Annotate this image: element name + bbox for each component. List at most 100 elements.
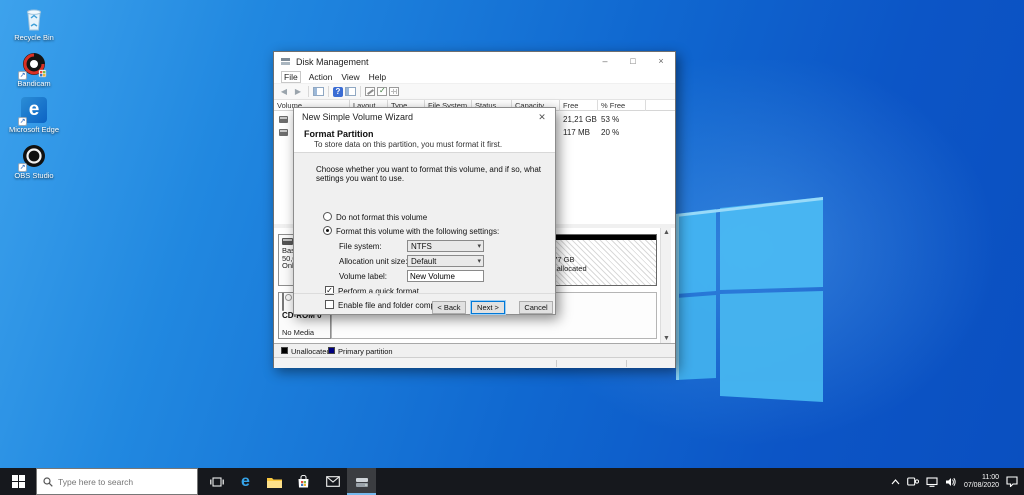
- format-volume-radio[interactable]: [323, 226, 332, 235]
- graphic-pane-scrollbar[interactable]: ▲ ▼: [660, 228, 671, 343]
- close-button[interactable]: ×: [647, 52, 675, 71]
- toolbar-separator: [328, 86, 329, 97]
- menu-action[interactable]: Action: [309, 72, 333, 82]
- hidden-icons-chevron-icon[interactable]: [891, 479, 900, 485]
- forward-icon[interactable]: ▶: [292, 86, 304, 97]
- task-view-icon: [210, 476, 224, 488]
- volume-label-input[interactable]: [407, 270, 484, 282]
- status-bar: [274, 357, 675, 368]
- help-icon[interactable]: ?: [333, 87, 343, 97]
- primary-partition-legend-swatch: [328, 347, 335, 354]
- allocation-unit-label: Allocation unit size:: [339, 257, 407, 266]
- close-icon[interactable]: ✕: [529, 108, 555, 126]
- desktop-icon-label: Recycle Bin: [6, 34, 62, 42]
- file-explorer-button[interactable]: [260, 468, 289, 495]
- obs-icon: ↗: [20, 143, 48, 171]
- desktop-icon-recycle-bin[interactable]: Recycle Bin: [6, 5, 62, 42]
- shortcut-arrow-icon: ↗: [18, 71, 27, 80]
- do-not-format-radio[interactable]: [323, 212, 332, 221]
- wizard-step-header: Format Partition To store data on this p…: [294, 126, 555, 153]
- volume-icon: [279, 129, 288, 136]
- cd-rom-icon: [282, 292, 284, 311]
- legend-label: Unallocated: [291, 347, 331, 356]
- allocation-unit-value: Default: [411, 257, 436, 266]
- edge-icon: e ↗: [20, 97, 48, 125]
- menu-bar: File Action View Help: [274, 71, 675, 84]
- mail-icon: [326, 476, 340, 487]
- maximize-button[interactable]: □: [619, 52, 647, 71]
- next-button[interactable]: Next >: [471, 301, 505, 314]
- step-subheading: To store data on this partition, you mus…: [294, 139, 555, 149]
- disk-management-taskbar-button[interactable]: [347, 468, 376, 495]
- display-device-icon[interactable]: [907, 477, 919, 487]
- do-not-format-label[interactable]: Do not format this volume: [336, 213, 427, 222]
- action-pane-icon[interactable]: [345, 87, 356, 96]
- unallocated-legend-swatch: [281, 347, 288, 354]
- desktop-icon-bandicam[interactable]: ↗ Bandicam: [6, 51, 62, 88]
- scroll-up-icon[interactable]: ▲: [661, 229, 672, 236]
- console-tree-icon[interactable]: [313, 87, 324, 96]
- back-button[interactable]: < Back: [432, 301, 466, 314]
- wizard-footer: < Back Next > Cancel: [294, 293, 555, 314]
- volume-label-label: Volume label:: [339, 272, 387, 281]
- desktop-icon-microsoft-edge[interactable]: e ↗ Microsoft Edge: [6, 97, 62, 134]
- search-input[interactable]: [58, 477, 178, 487]
- column-header[interactable]: Free Spa...: [560, 100, 598, 111]
- toolbar-separator: [308, 86, 309, 97]
- wizard-title: New Simple Volume Wizard: [302, 112, 413, 122]
- shortcut-arrow-icon: ↗: [18, 163, 27, 172]
- new-simple-volume-wizard-dialog: New Simple Volume Wizard ✕ Format Partit…: [293, 107, 556, 315]
- desktop-icon-label: Bandicam: [6, 80, 62, 88]
- file-system-select[interactable]: NTFS ▾: [407, 240, 484, 252]
- format-volume-label[interactable]: Format this volume with the following se…: [336, 227, 499, 236]
- view-options-icon[interactable]: [389, 87, 399, 96]
- wizard-titlebar[interactable]: New Simple Volume Wizard ✕: [294, 108, 555, 126]
- menu-help[interactable]: Help: [369, 72, 386, 82]
- wizard-body: Choose whether you want to format this v…: [294, 153, 555, 293]
- window-title: Disk Management: [296, 57, 369, 67]
- taskbar-search-box[interactable]: [36, 468, 198, 495]
- clock-date: 07/08/2020: [964, 482, 999, 490]
- file-system-label: File system:: [339, 242, 382, 251]
- network-icon[interactable]: [926, 477, 938, 487]
- percent-free-cell: 20 %: [601, 128, 619, 137]
- file-system-value: NTFS: [411, 242, 432, 251]
- taskbar-clock[interactable]: 11:00 07/08/2020: [964, 474, 999, 490]
- disk-management-titlebar[interactable]: Disk Management – □ ×: [274, 52, 675, 71]
- back-icon[interactable]: ◀: [278, 86, 290, 97]
- volume-icon[interactable]: [945, 477, 957, 487]
- search-icon: [43, 477, 53, 487]
- percent-free-cell: 53 %: [601, 115, 619, 124]
- partition-legend: Unallocated Primary partition: [274, 343, 675, 357]
- minimize-button[interactable]: –: [591, 52, 619, 71]
- instruction-text: Choose whether you want to format this v…: [316, 165, 548, 183]
- chevron-down-icon: ▾: [477, 242, 481, 250]
- step-heading: Format Partition: [294, 126, 555, 139]
- menu-view[interactable]: View: [341, 72, 359, 82]
- desktop-icon-label: OBS Studio: [6, 172, 62, 180]
- action-center-icon[interactable]: [1006, 476, 1018, 487]
- cancel-button[interactable]: Cancel: [519, 301, 553, 314]
- microsoft-store-button[interactable]: [289, 468, 318, 495]
- bandicam-icon: ↗: [20, 51, 48, 79]
- properties-icon[interactable]: [365, 87, 375, 96]
- refresh-disks-icon[interactable]: [377, 87, 387, 96]
- column-header[interactable]: % Free: [598, 100, 646, 111]
- task-view-button[interactable]: [202, 468, 231, 495]
- edge-icon: e: [241, 473, 250, 491]
- taskbar-app-icons: e: [202, 468, 376, 495]
- desktop-icon-obs-studio[interactable]: ↗ OBS Studio: [6, 143, 62, 180]
- free-space-cell: 21,21 GB: [563, 115, 597, 124]
- disk-management-app-icon: [280, 56, 291, 67]
- taskbar-edge-button[interactable]: e: [231, 468, 260, 495]
- microsoft-store-icon: [297, 475, 310, 488]
- allocation-unit-select[interactable]: Default ▾: [407, 255, 484, 267]
- clock-time: 11:00: [964, 474, 999, 482]
- mail-button[interactable]: [318, 468, 347, 495]
- scroll-down-icon[interactable]: ▼: [661, 335, 672, 342]
- disk-management-icon: [355, 476, 369, 488]
- start-button[interactable]: [0, 468, 36, 495]
- shortcut-arrow-icon: ↗: [18, 117, 27, 126]
- menu-file[interactable]: File: [282, 72, 300, 82]
- free-space-cell: 117 MB: [563, 128, 590, 137]
